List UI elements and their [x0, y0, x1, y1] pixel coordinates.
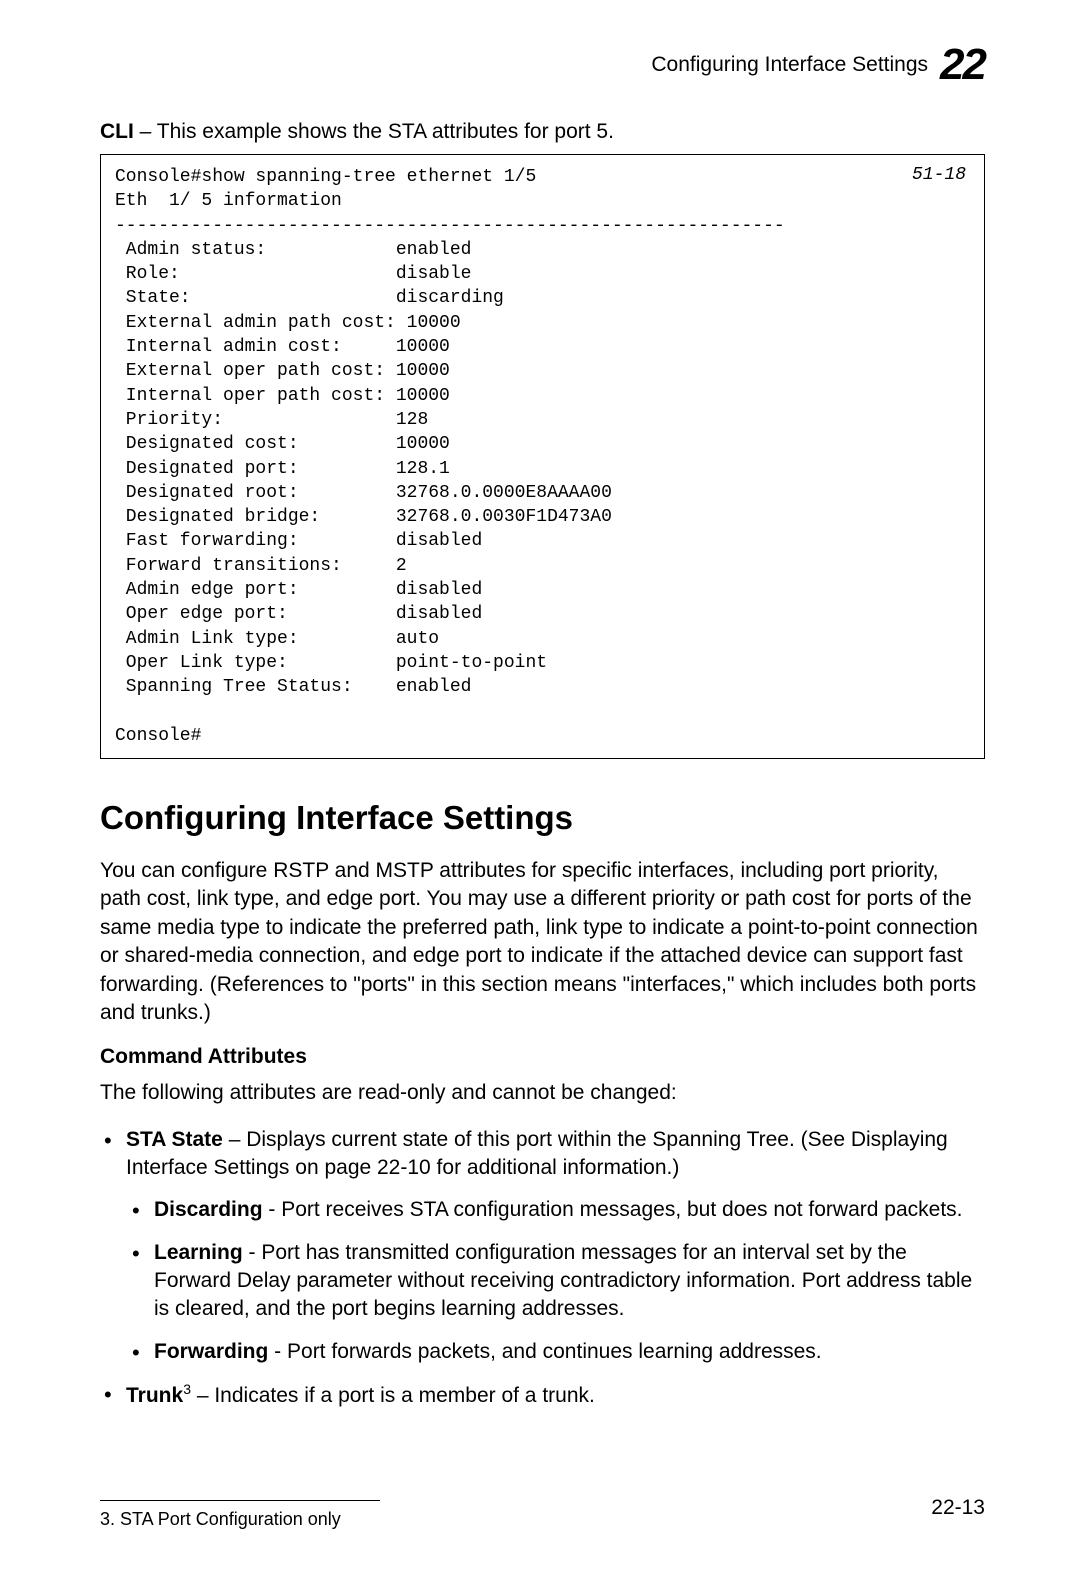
readonly-intro: The following attributes are read-only a…: [100, 1079, 985, 1107]
intro-paragraph: You can configure RSTP and MSTP attribut…: [100, 857, 985, 1027]
learning-label: Learning: [154, 1241, 243, 1264]
sta-state-text: – Displays current state of this port wi…: [126, 1128, 948, 1179]
cli-label: CLI: [100, 120, 134, 143]
list-item: Discarding - Port receives STA configura…: [154, 1196, 985, 1224]
cli-reference: 51-18: [912, 165, 966, 185]
trunk-label: Trunk: [126, 1384, 183, 1407]
footnote: 3. STA Port Configuration only: [100, 1509, 985, 1530]
forwarding-label: Forwarding: [154, 1340, 268, 1363]
footnote-separator: [100, 1500, 380, 1501]
sta-state-sublist: Discarding - Port receives STA configura…: [126, 1196, 985, 1366]
chapter-number: 22: [940, 40, 985, 90]
forwarding-text: - Port forwards packets, and continues l…: [268, 1340, 821, 1363]
cli-intro: CLI – This example shows the STA attribu…: [100, 120, 985, 144]
learning-text: - Port has transmitted configuration mes…: [154, 1241, 972, 1321]
discarding-text: - Port receives STA configuration messag…: [263, 1198, 963, 1221]
page-number: 22-13: [931, 1496, 985, 1520]
cli-output-box: 51-18 Console#show spanning-tree etherne…: [100, 154, 985, 759]
trunk-superscript: 3: [183, 1381, 191, 1397]
command-attributes-heading: Command Attributes: [100, 1045, 985, 1069]
page-header: Configuring Interface Settings 22: [100, 40, 985, 90]
cli-intro-text: – This example shows the STA attributes …: [134, 120, 614, 143]
header-title: Configuring Interface Settings: [651, 53, 928, 77]
list-item: Learning - Port has transmitted configur…: [154, 1239, 985, 1324]
cli-output: Console#show spanning-tree ethernet 1/5 …: [115, 165, 966, 748]
section-title: Configuring Interface Settings: [100, 799, 985, 837]
attribute-list: STA State – Displays current state of th…: [100, 1126, 985, 1411]
list-item: Trunk3 – Indicates if a port is a member…: [126, 1380, 985, 1410]
sta-state-label: STA State: [126, 1128, 223, 1151]
discarding-label: Discarding: [154, 1198, 263, 1221]
list-item: STA State – Displays current state of th…: [126, 1126, 985, 1366]
list-item: Forwarding - Port forwards packets, and …: [154, 1338, 985, 1366]
trunk-text: – Indicates if a port is a member of a t…: [191, 1384, 595, 1407]
